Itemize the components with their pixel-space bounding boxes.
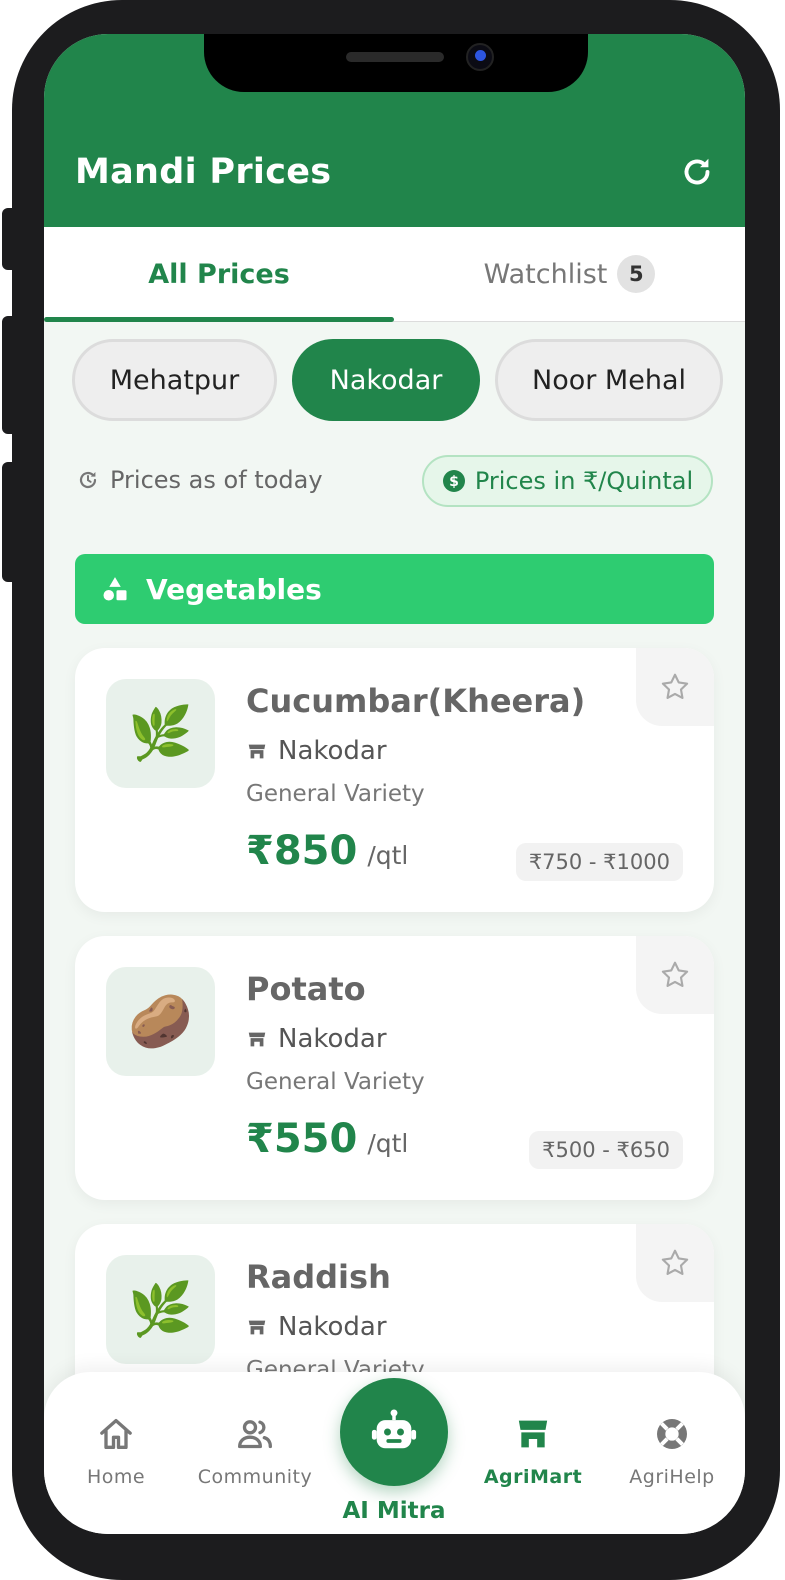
crop-thumbnail: 🥔	[106, 967, 215, 1076]
nav-agrihelp[interactable]: AgriHelp	[612, 1414, 732, 1488]
star-outline-icon	[661, 673, 689, 699]
storefront-icon	[518, 1420, 548, 1448]
crop-name: Cucumbar(Kheera)	[246, 682, 586, 720]
crop-card[interactable]: 🥔 Potato Nakodar General Variety ₹550 /q…	[75, 936, 714, 1200]
category-name: Vegetables	[146, 572, 322, 606]
tab-watchlist-label: Watchlist	[483, 258, 608, 290]
nav-agrihelp-label: AgriHelp	[629, 1466, 715, 1488]
price-range: ₹750 - ₹1000	[515, 843, 683, 881]
nav-community-label: Community	[197, 1466, 313, 1488]
front-camera	[466, 43, 494, 71]
tab-watchlist[interactable]: Watchlist 5	[394, 227, 745, 321]
star-outline-icon	[661, 1249, 689, 1275]
price-unit: /qtl	[367, 841, 409, 870]
price-tabs: All Prices Watchlist 5	[44, 227, 745, 322]
watchlist-count-badge: 5	[617, 255, 656, 293]
svg-text:$: $	[449, 474, 459, 490]
nav-agrimart[interactable]: AgriMart	[473, 1414, 593, 1488]
crop-name: Potato	[246, 970, 366, 1008]
star-outline-icon	[661, 961, 689, 987]
watchlist-toggle[interactable]	[636, 648, 714, 726]
crop-thumbnail: 🌿	[106, 679, 215, 788]
crop-card[interactable]: 🌿 Cucumbar(Kheera) Nakodar General Varie…	[75, 648, 714, 912]
home-icon	[100, 1419, 132, 1449]
market-chip-label: Mehatpur	[109, 364, 240, 396]
crop-thumbnail: 🌿	[106, 1255, 215, 1364]
crop-market: Nakodar	[246, 1024, 387, 1054]
nav-community[interactable]: Community	[195, 1414, 315, 1488]
refresh-icon[interactable]	[679, 154, 715, 190]
ai-mitra-label: AI Mitra	[342, 1498, 446, 1524]
tab-all-prices[interactable]: All Prices	[44, 227, 394, 322]
crop-price: ₹850 /qtl	[246, 828, 408, 874]
market-chip-nakodar[interactable]: Nakodar	[292, 339, 480, 421]
lifebuoy-icon	[657, 1419, 687, 1449]
currency-icon: $	[442, 470, 465, 492]
market-chip-mehatpur[interactable]: Mehatpur	[72, 339, 277, 421]
nav-home-label: Home	[86, 1466, 146, 1488]
notch	[204, 34, 588, 92]
volume-down-button	[2, 462, 14, 582]
category-shapes-icon	[103, 577, 127, 601]
store-icon	[248, 744, 266, 759]
market-chip-noor-mehal[interactable]: Noor Mehal	[495, 339, 723, 421]
crop-market: Nakodar	[246, 736, 387, 766]
store-icon	[248, 1032, 266, 1047]
nav-agrimart-label: AgriMart	[483, 1466, 583, 1488]
crop-name: Raddish	[246, 1258, 391, 1296]
market-chip-label: Nakodar	[329, 364, 443, 396]
price-unit: /qtl	[367, 1129, 409, 1158]
price-range: ₹500 - ₹650	[529, 1131, 683, 1169]
crop-variety: General Variety	[246, 1069, 425, 1095]
ai-mitra-button[interactable]	[340, 1378, 448, 1486]
active-tab-indicator	[44, 317, 394, 322]
price-unit-label: Prices in ₹/Quintal	[474, 467, 694, 495]
watchlist-toggle[interactable]	[636, 1224, 714, 1302]
market-chip-label: Noor Mehal	[532, 364, 686, 396]
robot-icon	[371, 1409, 417, 1449]
crop-market-label: Nakodar	[278, 1024, 387, 1054]
crop-market: Nakodar	[246, 1312, 387, 1342]
price-unit-badge: $ Prices in ₹/Quintal	[422, 455, 713, 507]
crop-market-label: Nakodar	[278, 736, 387, 766]
crop-variety: General Variety	[246, 781, 425, 807]
page-title: Mandi Prices	[75, 152, 332, 192]
mute-switch	[2, 208, 14, 270]
volume-up-button	[2, 316, 14, 434]
community-icon	[238, 1420, 272, 1449]
herb-icon: 🌿	[128, 1280, 193, 1340]
potato-icon: 🥔	[128, 992, 193, 1052]
app-screen: Mandi Prices All Prices Watchlist 5 Meha…	[44, 34, 745, 1534]
store-icon	[248, 1320, 266, 1335]
modal-price: ₹550	[246, 1116, 358, 1162]
prices-as-of: Prices as of today	[76, 466, 323, 494]
herb-icon: 🌿	[128, 704, 193, 764]
modal-price: ₹850	[246, 828, 358, 874]
speaker	[346, 52, 444, 62]
history-icon	[79, 471, 97, 489]
nav-home[interactable]: Home	[56, 1414, 176, 1488]
crop-price: ₹550 /qtl	[246, 1116, 408, 1162]
category-header: Vegetables	[75, 554, 714, 624]
prices-as-of-label: Prices as of today	[110, 466, 323, 494]
watchlist-toggle[interactable]	[636, 936, 714, 1014]
crop-market-label: Nakodar	[278, 1312, 387, 1342]
tab-all-prices-label: All Prices	[148, 258, 290, 290]
